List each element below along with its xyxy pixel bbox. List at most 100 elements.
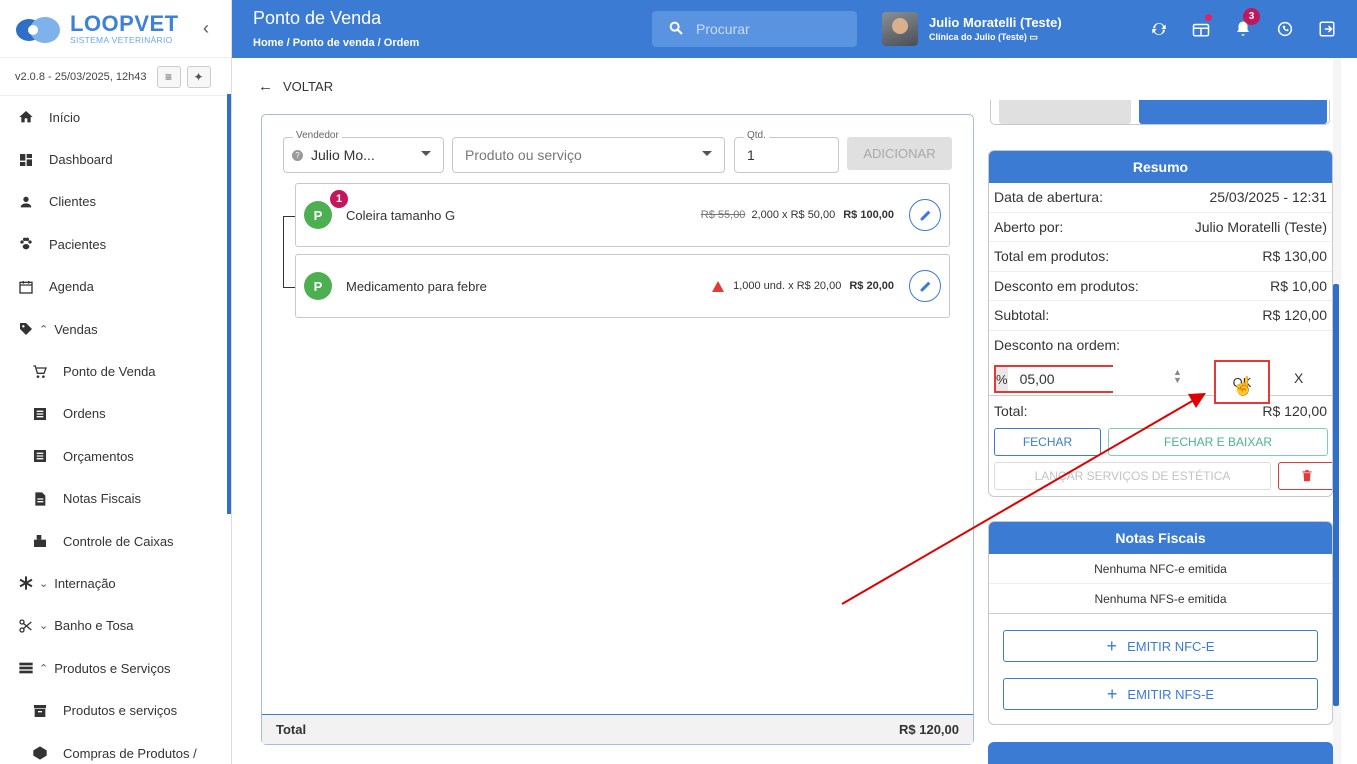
plus-icon: + bbox=[1106, 635, 1118, 656]
sidebar-item-banho-e-tosa[interactable]: ⌄ Banho e Tosa bbox=[0, 605, 231, 647]
vendedor-select[interactable]: Vendedor ? Julio Mo... bbox=[283, 130, 444, 173]
back-button[interactable]: ← VOLTAR bbox=[258, 78, 333, 95]
notas-title: Notas Fiscais bbox=[989, 522, 1332, 554]
sidebar-item-label: Pacientes bbox=[49, 236, 107, 252]
list-item[interactable]: P 1 Coleira tamanho G R$ 55,00 2,000 x R… bbox=[295, 183, 950, 247]
sidebar-item-label: Orçamentos bbox=[63, 448, 134, 464]
discount-percent-field[interactable]: % bbox=[994, 365, 1201, 393]
search-box[interactable] bbox=[652, 11, 857, 47]
sidebar-item-ponto-de-venda[interactable]: Ponto de Venda bbox=[0, 350, 231, 392]
sidebar-item-orcamentos[interactable]: Orçamentos bbox=[0, 435, 231, 477]
info-icon: ? bbox=[292, 149, 303, 161]
notification-bell-icon[interactable]: 3 bbox=[1226, 8, 1260, 42]
page-title: Ponto de Venda bbox=[253, 8, 382, 28]
sidebar-item-ordens[interactable]: Ordens bbox=[0, 393, 231, 435]
collapse-sidebar-chevron-icon[interactable]: ‹ bbox=[203, 18, 209, 39]
adicionar-button[interactable]: ADICIONAR bbox=[847, 137, 952, 170]
next-card-partial bbox=[988, 742, 1333, 764]
breadcrumb[interactable]: Home / Ponto de venda / Ordem bbox=[253, 37, 419, 49]
spinner-arrows-icon[interactable]: ▲ ▼ bbox=[1173, 368, 1182, 385]
produto-select[interactable]: Produto ou serviço bbox=[452, 137, 725, 173]
summary-value: R$ 120,00 bbox=[1262, 307, 1327, 324]
search-icon bbox=[668, 20, 684, 39]
discount-input[interactable] bbox=[1007, 367, 1201, 391]
right-column: Resumo Data de abertura: 25/03/2025 - 12:… bbox=[988, 100, 1334, 764]
delete-order-button[interactable] bbox=[1278, 461, 1332, 490]
chevron-down-icon: ⌄ bbox=[39, 620, 49, 633]
partial-button-grey[interactable] bbox=[999, 100, 1131, 124]
item-old-price: R$ 55,00 bbox=[700, 209, 746, 221]
item-total: R$ 100,00 bbox=[843, 209, 894, 221]
summary-row: Desconto na ordem: bbox=[989, 331, 1332, 361]
cashier-icon[interactable] bbox=[1184, 14, 1218, 42]
emitir-nfce-button[interactable]: + EMITIR NFC-E bbox=[1003, 630, 1318, 662]
list-item[interactable]: P Medicamento para febre 1,000 und. x R$… bbox=[295, 254, 950, 318]
main-scrollbar[interactable] bbox=[1333, 58, 1341, 764]
whatsapp-icon[interactable] bbox=[1268, 16, 1302, 42]
sidebar-item-clientes[interactable]: Clientes bbox=[0, 181, 231, 223]
resumo-actions: FECHAR FECHAR E BAIXAR bbox=[989, 426, 1332, 460]
summary-row: Subtotal: R$ 120,00 bbox=[989, 301, 1332, 331]
sidebar-item-produtos-e-servicos[interactable]: ⌃ Produtos e Serviços bbox=[0, 647, 231, 689]
sidebar-item-pacientes[interactable]: Pacientes bbox=[0, 223, 231, 265]
cashbox-icon bbox=[30, 531, 50, 551]
resumo-card: Resumo Data de abertura: 25/03/2025 - 12:… bbox=[988, 150, 1333, 497]
sidebar-item-produtos-servicos[interactable]: Produtos e serviços bbox=[0, 689, 231, 731]
box-icon bbox=[30, 743, 50, 763]
sidebar-item-inicio[interactable]: Início bbox=[0, 96, 231, 138]
percent-toggle[interactable]: % bbox=[996, 367, 1008, 391]
sidebar-item-dashboard[interactable]: Dashboard bbox=[0, 138, 231, 180]
chevron-up-icon: ⌃ bbox=[39, 662, 49, 675]
plus-icon: + bbox=[1106, 683, 1118, 704]
product-type-badge: P bbox=[304, 272, 332, 300]
asterisk-icon bbox=[16, 573, 36, 593]
order-card: Vendedor ? Julio Mo... Produto ou serviç… bbox=[261, 114, 974, 745]
vendedor-value: Julio Mo... bbox=[311, 147, 375, 163]
user-menu[interactable]: Julio Moratelli (Teste) Clínica do Julio… bbox=[882, 12, 1062, 46]
item-count-badge: 1 bbox=[330, 190, 348, 208]
fechar-e-baixar-button[interactable]: FECHAR E BAIXAR bbox=[1108, 427, 1328, 456]
lancar-servicos-button[interactable]: LANÇAR SERVIÇOS DE ESTÉTICA bbox=[994, 461, 1271, 490]
menu-list-icon[interactable]: ≡ bbox=[156, 65, 181, 88]
sparkle-icon[interactable]: ✦ bbox=[186, 65, 211, 88]
sidebar-item-vendas[interactable]: ⌃ Vendas bbox=[0, 308, 231, 350]
scissors-icon bbox=[16, 616, 36, 636]
qtd-input[interactable]: Qtd. 1 bbox=[734, 130, 839, 173]
item-total: R$ 20,00 bbox=[849, 280, 894, 292]
logout-icon[interactable] bbox=[1310, 16, 1344, 42]
partial-button-blue[interactable] bbox=[1139, 100, 1327, 124]
sidebar-scrollbar[interactable] bbox=[227, 94, 231, 514]
sidebar-item-compras-de-produtos[interactable]: Compras de Produtos / bbox=[0, 732, 231, 764]
edit-item-button[interactable] bbox=[909, 270, 941, 302]
desconto-ordem-label: Desconto na ordem: bbox=[994, 337, 1121, 354]
scrollbar-thumb[interactable] bbox=[1333, 284, 1339, 706]
item-price: R$ 55,00 2,000 x R$ 50,00 R$ 100,00 bbox=[701, 209, 894, 221]
pencil-icon bbox=[920, 210, 930, 220]
sidebar-item-internacao[interactable]: ⌄ Internação bbox=[0, 562, 231, 604]
summary-value: R$ 130,00 bbox=[1262, 248, 1327, 265]
emitir-nfse-button[interactable]: + EMITIR NFS-E bbox=[1003, 678, 1318, 710]
fechar-button[interactable]: FECHAR bbox=[994, 427, 1101, 456]
emitir-nfce-label: EMITIR NFC-E bbox=[1127, 638, 1215, 654]
sync-icon[interactable] bbox=[1142, 16, 1176, 42]
cancel-discount-button[interactable]: X bbox=[1294, 370, 1303, 386]
summary-value: 25/03/2025 - 12:31 bbox=[1209, 189, 1327, 206]
header-icons: 3 bbox=[1142, 8, 1352, 42]
summary-label: Subtotal: bbox=[994, 307, 1050, 324]
nfse-status: Nenhuma NFS-e emitida bbox=[989, 584, 1332, 614]
sidebar-item-notas-fiscais[interactable]: Notas Fiscais bbox=[0, 478, 231, 520]
monitor-icon: ▭ bbox=[1029, 32, 1038, 42]
version-bar: v2.0.8 - 25/03/2025, 12h43 ≡ ✦ bbox=[0, 58, 231, 96]
avatar[interactable] bbox=[882, 12, 918, 46]
vendedor-label: Vendedor bbox=[293, 130, 342, 141]
sidebar-item-controle-de-caixas[interactable]: Controle de Caixas bbox=[0, 520, 231, 562]
logo-bar: LOOPVET SISTEMA VETERINÁRIO ‹ bbox=[0, 0, 231, 58]
archive-icon bbox=[30, 701, 50, 721]
sidebar-item-agenda[interactable]: Agenda bbox=[0, 266, 231, 308]
summary-total-row: Total: R$ 120,00 bbox=[989, 396, 1332, 426]
order-total-bar: Total R$ 120,00 bbox=[262, 714, 973, 744]
search-input[interactable] bbox=[696, 21, 846, 37]
notification-badge: 3 bbox=[1243, 8, 1260, 25]
summary-row: Desconto em produtos: R$ 10,00 bbox=[989, 272, 1332, 301]
edit-item-button[interactable] bbox=[909, 199, 941, 231]
